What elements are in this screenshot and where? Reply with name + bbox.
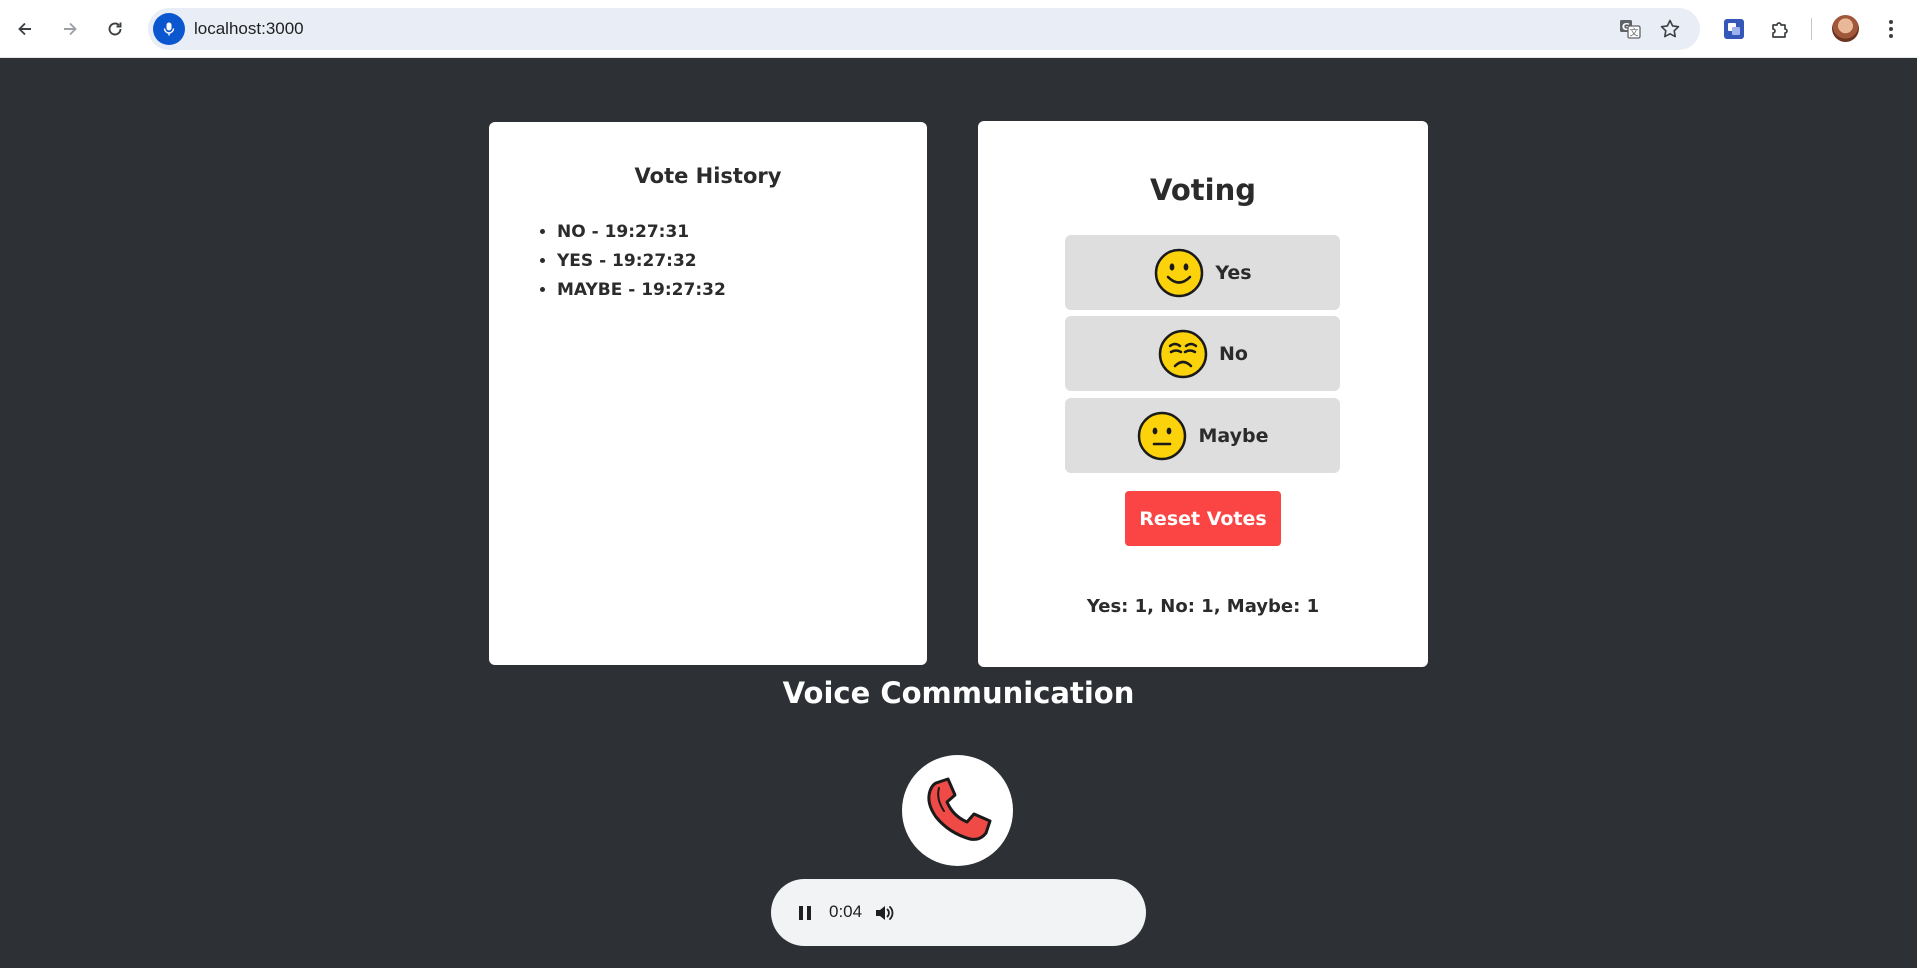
vote-maybe-label: Maybe (1198, 424, 1269, 447)
address-bar[interactable]: localhost:3000 G文 (148, 8, 1700, 50)
url-text[interactable]: localhost:3000 (194, 19, 304, 39)
frowning-face-icon (1158, 329, 1208, 378)
kebab-menu-icon[interactable] (1877, 15, 1905, 43)
reload-button[interactable] (98, 12, 132, 46)
vote-history-title: Vote History (634, 164, 782, 188)
pause-icon (799, 906, 811, 920)
list-item: YES - 19:27:32 (557, 247, 726, 276)
translate-icon[interactable]: G文 (1618, 17, 1642, 41)
vote-no-button[interactable]: No (1065, 316, 1340, 391)
vote-yes-label: Yes (1215, 261, 1252, 284)
vote-history-card: Vote History NO - 19:27:31 YES - 19:27:3… (489, 122, 927, 665)
volume-icon (876, 906, 894, 920)
back-arrow-icon (18, 22, 31, 36)
extension-app-icon[interactable] (1720, 15, 1748, 43)
microphone-icon[interactable] (153, 13, 185, 45)
list-item: MAYBE - 19:27:32 (557, 276, 726, 305)
toolbar-divider (1811, 18, 1812, 40)
playback-time: 0:04 (829, 902, 863, 921)
neutral-face-icon (1138, 411, 1187, 460)
avatar[interactable] (1832, 15, 1859, 42)
voice-communication-title: Voice Communication (782, 676, 1135, 710)
volume-button[interactable] (871, 900, 897, 926)
list-item: NO - 19:27:31 (557, 218, 726, 247)
back-button[interactable] (8, 12, 42, 46)
vote-no-label: No (1219, 342, 1248, 365)
phone-icon (926, 777, 991, 841)
voting-card: Voting Yes No Maybe Reset Votes Yes: 1, … (978, 121, 1428, 667)
forward-arrow-icon (64, 22, 77, 36)
reload-icon (108, 22, 122, 36)
svg-text:文: 文 (1629, 27, 1638, 39)
forward-button[interactable] (53, 12, 87, 46)
pause-button[interactable] (793, 901, 817, 925)
call-button[interactable] (902, 755, 1013, 866)
vote-yes-button[interactable]: Yes (1065, 235, 1340, 310)
vote-history-list: NO - 19:27:31 YES - 19:27:32 MAYBE - 19:… (557, 218, 726, 305)
voting-title: Voting (1150, 173, 1256, 207)
vote-maybe-button[interactable]: Maybe (1065, 398, 1340, 473)
browser-toolbar: localhost:3000 G文 (0, 0, 1917, 58)
audio-player: 0:04 (771, 879, 1146, 946)
smiling-face-icon (1155, 248, 1204, 297)
puzzle-icon[interactable] (1766, 15, 1794, 43)
vote-tally: Yes: 1, No: 1, Maybe: 1 (1086, 596, 1320, 617)
reset-votes-button[interactable]: Reset Votes (1125, 491, 1281, 546)
star-icon[interactable] (1658, 17, 1682, 41)
